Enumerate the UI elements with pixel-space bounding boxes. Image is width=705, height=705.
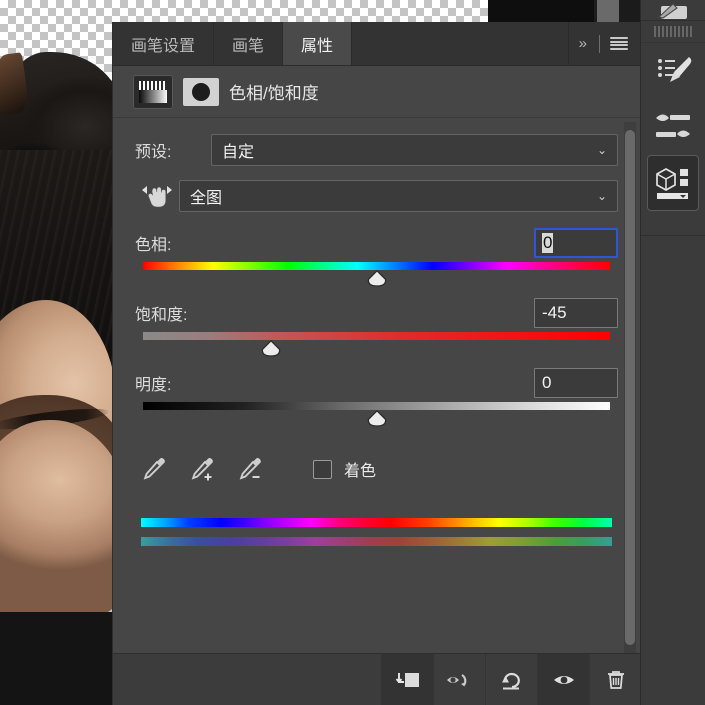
- reset-button[interactable]: [485, 654, 537, 705]
- clip-to-layer-button[interactable]: [381, 654, 433, 705]
- lightness-value-text: 0: [542, 373, 552, 392]
- photo-region-skin-lower: [0, 420, 112, 612]
- preset-row: 预设: 自定 ⌄: [135, 134, 618, 166]
- photoshop-window: 画笔设置 画笔 属性 » 色相/饱和度 预设: 自定 ⌄ 全图 ⌄ 色相: 0 …: [0, 0, 705, 705]
- hue-value-text: 0: [542, 233, 554, 253]
- chevron-down-icon: ⌄: [596, 143, 607, 157]
- hue-range-bars: [135, 518, 618, 546]
- document-photo-layer: [0, 0, 112, 612]
- properties-body: 预设: 自定 ⌄ 全图 ⌄ 色相: 0 饱和度: -45 明度: 0 着色: [113, 118, 640, 650]
- tab-brush-settings[interactable]: 画笔设置: [113, 22, 215, 65]
- tab-brush-settings-label: 画笔设置: [131, 37, 196, 55]
- lightness-value-input[interactable]: 0: [534, 368, 618, 398]
- hue-slider-block: 色相: 0: [135, 226, 618, 292]
- colorize-label: 着色: [344, 463, 377, 480]
- channel-select-value: 全图: [190, 190, 223, 207]
- hue-range-bar-original[interactable]: [141, 518, 612, 527]
- right-tool-dock: [640, 0, 705, 705]
- toggle-layer-visibility-button[interactable]: [537, 654, 589, 705]
- lightness-track-wrap[interactable]: [135, 402, 618, 432]
- hue-label: 色相:: [135, 237, 172, 254]
- tab-bar-spacer: [352, 22, 569, 65]
- saturation-slider-thumb[interactable]: [261, 340, 281, 357]
- expand-panels-icon[interactable]: »: [579, 35, 589, 52]
- page-title: 色相/饱和度: [229, 84, 319, 103]
- saturation-value-input[interactable]: -45: [534, 298, 618, 328]
- view-previous-state-button[interactable]: [433, 654, 485, 705]
- eyedropper-subtract-icon[interactable]: [237, 454, 263, 484]
- saturation-slider-top: 饱和度: -45: [135, 296, 618, 330]
- saturation-track-wrap[interactable]: [135, 332, 618, 362]
- saturation-label: 饱和度:: [135, 307, 188, 324]
- lightness-slider-top: 明度: 0: [135, 366, 618, 400]
- tab-properties-label: 属性: [301, 37, 334, 55]
- layer-mask-thumbnail-icon[interactable]: [183, 77, 219, 106]
- tab-bar-actions: »: [568, 22, 640, 65]
- preset-label: 预设:: [135, 144, 172, 161]
- dock-grip-handle[interactable]: [641, 21, 705, 43]
- hue-value-input[interactable]: 0: [534, 228, 618, 258]
- targeted-adjustment-hand-icon[interactable]: [135, 181, 179, 211]
- eyedropper-row: 着色: [135, 454, 618, 484]
- lightness-slider-block: 明度: 0: [135, 366, 618, 432]
- hue-track-wrap[interactable]: [135, 262, 618, 292]
- saturation-slider-block: 饱和度: -45: [135, 296, 618, 362]
- properties-footer: [113, 653, 641, 705]
- hamburger-menu-icon[interactable]: [610, 37, 628, 50]
- delete-layer-button[interactable]: [589, 654, 641, 705]
- hue-saturation-adjustment-icon[interactable]: [133, 74, 173, 109]
- hue-track[interactable]: [143, 262, 610, 270]
- tab-brushes[interactable]: 画笔: [214, 22, 284, 65]
- eyedropper-add-icon[interactable]: [189, 454, 215, 484]
- dock-item-properties[interactable]: [647, 155, 699, 211]
- colorize-checkbox[interactable]: [313, 459, 332, 479]
- tab-brushes-label: 画笔: [232, 37, 265, 55]
- preset-select[interactable]: 自定 ⌄: [211, 134, 618, 166]
- dock-item-brush-tip[interactable]: [641, 0, 705, 20]
- properties-header: 色相/饱和度: [113, 66, 640, 118]
- adjustment-gradient-glyph: [139, 80, 167, 103]
- chevron-down-icon: ⌄: [596, 189, 607, 203]
- saturation-value-text: -45: [542, 303, 567, 322]
- top-grey-chip: [597, 0, 619, 22]
- dock-item-brush-settings[interactable]: [641, 43, 705, 99]
- lightness-slider-thumb[interactable]: [367, 410, 387, 427]
- mask-dot-glyph: [192, 82, 210, 101]
- dock-empty-area: [641, 235, 705, 705]
- dock-item-brush-presets[interactable]: [641, 99, 705, 155]
- channel-select[interactable]: 全图 ⌄: [179, 180, 618, 212]
- lightness-track[interactable]: [143, 402, 610, 410]
- preset-select-value: 自定: [222, 144, 255, 161]
- panel-scrollbar-thumb[interactable]: [625, 130, 635, 645]
- channel-row: 全图 ⌄: [135, 180, 618, 212]
- hue-range-bar-adjusted[interactable]: [141, 537, 612, 546]
- lightness-label: 明度:: [135, 377, 172, 394]
- panel-scrollbar[interactable]: [624, 122, 636, 662]
- hue-slider-thumb[interactable]: [367, 270, 387, 287]
- saturation-track[interactable]: [143, 332, 610, 340]
- properties-panel: 画笔设置 画笔 属性 » 色相/饱和度 预设: 自定 ⌄ 全图 ⌄ 色相: 0 …: [112, 22, 641, 705]
- eyedropper-sample-icon[interactable]: [141, 454, 167, 484]
- colorize-group[interactable]: 着色: [313, 457, 376, 481]
- tab-bar-divider: [599, 34, 600, 53]
- tab-properties[interactable]: 属性: [283, 22, 353, 65]
- top-dark-bar: [488, 0, 594, 22]
- hue-slider-top: 色相: 0: [135, 226, 618, 260]
- panel-tab-bar: 画笔设置 画笔 属性 »: [113, 22, 640, 66]
